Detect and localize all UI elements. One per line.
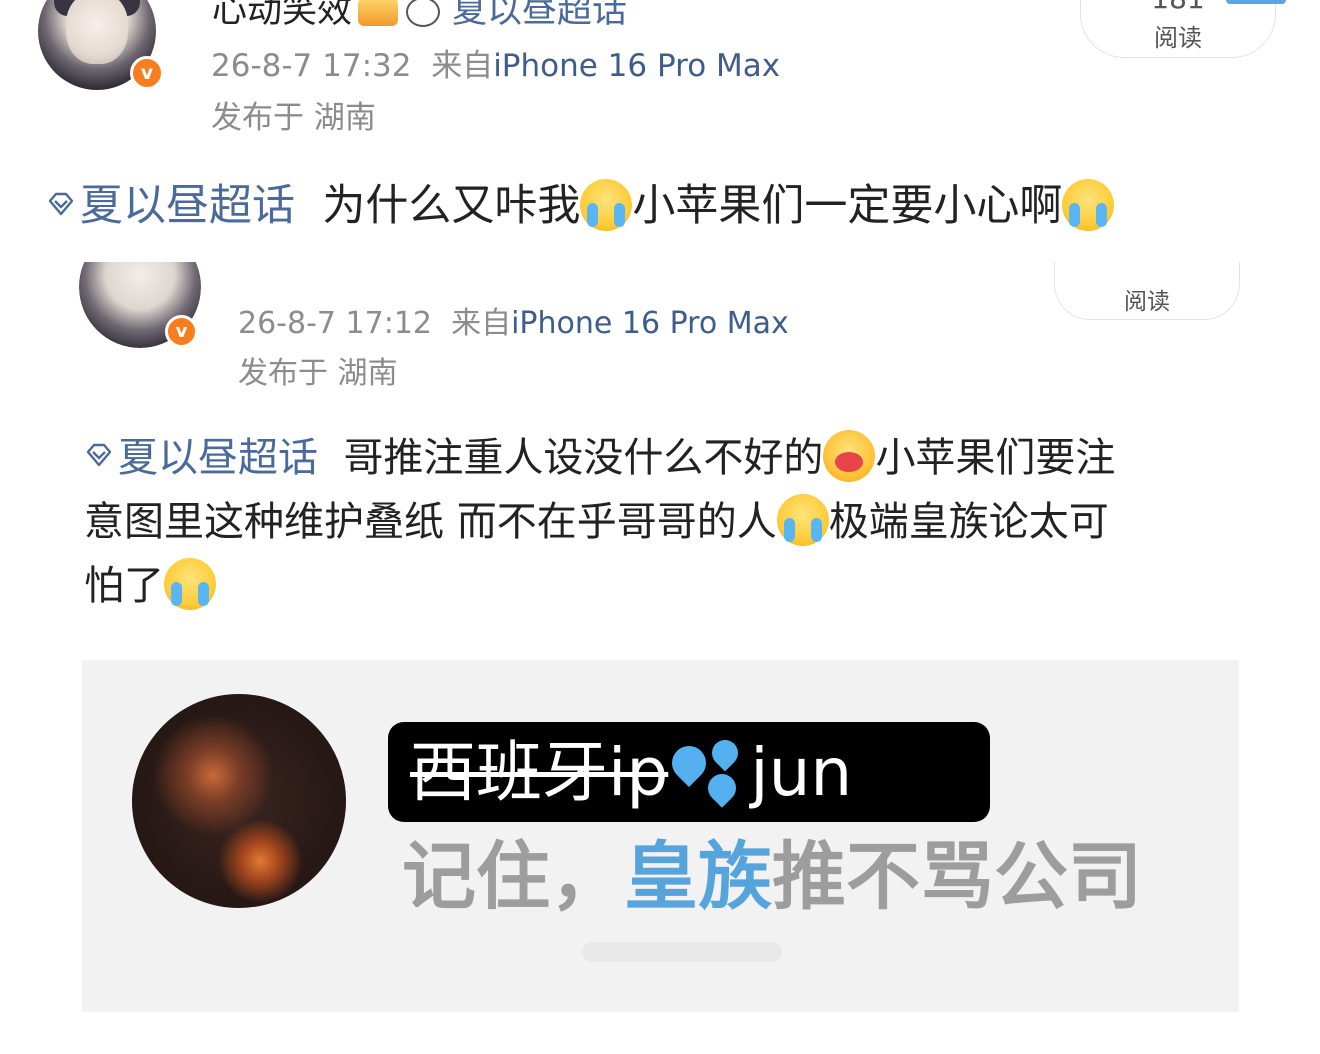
post-body: 夏以昼超话 为什么又咔我 小苹果们一定要小心啊 <box>46 176 1115 236</box>
embedded-caption: 记住，皇族推不骂公司 <box>402 832 1142 922</box>
quoted-line-3-text: 怕了 <box>84 563 164 609</box>
quoted-body: 夏以昼超话 哥推注重人设没什么不好的 小苹果们要注 意图里这种维护叠纸 而不在乎哥… <box>84 426 1244 618</box>
supertopic-label: 夏以昼超话 <box>80 181 295 231</box>
author-name[interactable]: 心动笑效 <box>212 0 352 31</box>
crying-emoji-icon <box>1062 178 1115 231</box>
avatar-face <box>66 0 128 64</box>
crying-emoji-icon <box>580 178 633 231</box>
supertopic-diamond-icon <box>86 443 112 467</box>
quoted-line-1-tail: 小苹果们要注 <box>875 435 1116 481</box>
blue-edge-indicator <box>1226 0 1286 4</box>
kiss-emoji-icon <box>823 430 876 482</box>
crying-emoji-icon <box>776 494 829 546</box>
quoted-supertopic-label: 夏以昼超话 <box>118 435 318 481</box>
embedded-name-struck: 西班牙ip <box>410 734 669 811</box>
weibo-post-page: v 心动笑效夏以昼超话 181 阅读 26-8-7 17:32 来自iPhone… <box>0 0 1320 1054</box>
verified-badge-icon: v <box>130 56 164 90</box>
topic-top-label: 夏以昼超话 <box>452 0 628 31</box>
quoted-location: 发布于 湖南 <box>238 356 398 391</box>
quoted-line-2-text: 意图里这种维护叠纸 而不在乎哥哥的人 <box>84 499 777 545</box>
embedded-blurred-text <box>582 942 782 962</box>
post-text-1: 为什么又咔我 <box>322 181 581 231</box>
embedded-caption-prefix: 记住， <box>402 834 624 920</box>
quoted-read-pill[interactable]: 阅读 <box>1054 262 1240 320</box>
embedded-avatar <box>132 694 346 908</box>
quoted-device[interactable]: iPhone 16 Pro Max <box>511 306 789 341</box>
embedded-name: 西班牙ip jun <box>410 730 852 816</box>
topic-top-link[interactable]: 夏以昼超话 <box>452 0 627 31</box>
quoted-line-1-text: 哥推注重人设没什么不好的 <box>343 435 824 481</box>
quoted-line-1: 夏以昼超话 哥推注重人设没什么不好的 小苹果们要注 <box>84 426 1244 490</box>
crying-emoji-icon <box>164 558 216 610</box>
read-label: 阅读 <box>1154 24 1202 52</box>
quoted-read-label: 阅读 <box>1124 289 1170 315</box>
supertopic-link[interactable]: 夏以昼超话 <box>46 181 295 231</box>
embedded-image[interactable]: 西班牙ip jun 记住，皇族推不骂公司 <box>82 660 1239 1012</box>
panda-icon <box>406 0 441 27</box>
embedded-caption-suffix: 推不骂公司 <box>772 834 1142 920</box>
post-text-2: 小苹果们一定要小心啊 <box>632 181 1063 231</box>
quoted-supertopic-link[interactable]: 夏以昼超话 <box>84 435 318 481</box>
embedded-caption-highlight: 皇族 <box>624 834 772 920</box>
supertopic-diamond-icon <box>48 192 74 215</box>
read-count-pill[interactable]: 181 阅读 <box>1080 0 1276 58</box>
quoted-line-2: 意图里这种维护叠纸 而不在乎哥哥的人 极端皇族论太可 <box>84 490 1244 554</box>
post-device[interactable]: iPhone 16 Pro Max <box>493 48 780 84</box>
verified-badge-icon: v <box>165 315 198 348</box>
sweat-drops-icon <box>665 734 750 808</box>
post-location: 发布于 湖南 <box>211 100 376 136</box>
quoted-line-2-tail: 极端皇族论太可 <box>828 499 1109 545</box>
post-time: 26-8-7 17:32 <box>211 48 412 84</box>
quoted-from-label: 来自 <box>451 306 512 341</box>
quoted-line-3: 怕了 <box>84 554 1244 618</box>
embedded-name-tail: jun <box>750 734 853 811</box>
fan-badge-icon <box>358 0 399 26</box>
post-meta-time: 26-8-7 17:32 来自iPhone 16 Pro Max <box>211 40 780 85</box>
quoted-meta-time: 26-8-7 17:12 来自iPhone 16 Pro Max <box>238 298 789 342</box>
post-from-label: 来自 <box>431 48 494 84</box>
author-name-row: 心动笑效 夏以昼超话 <box>212 0 627 33</box>
quoted-time: 26-8-7 17:12 <box>238 306 432 341</box>
